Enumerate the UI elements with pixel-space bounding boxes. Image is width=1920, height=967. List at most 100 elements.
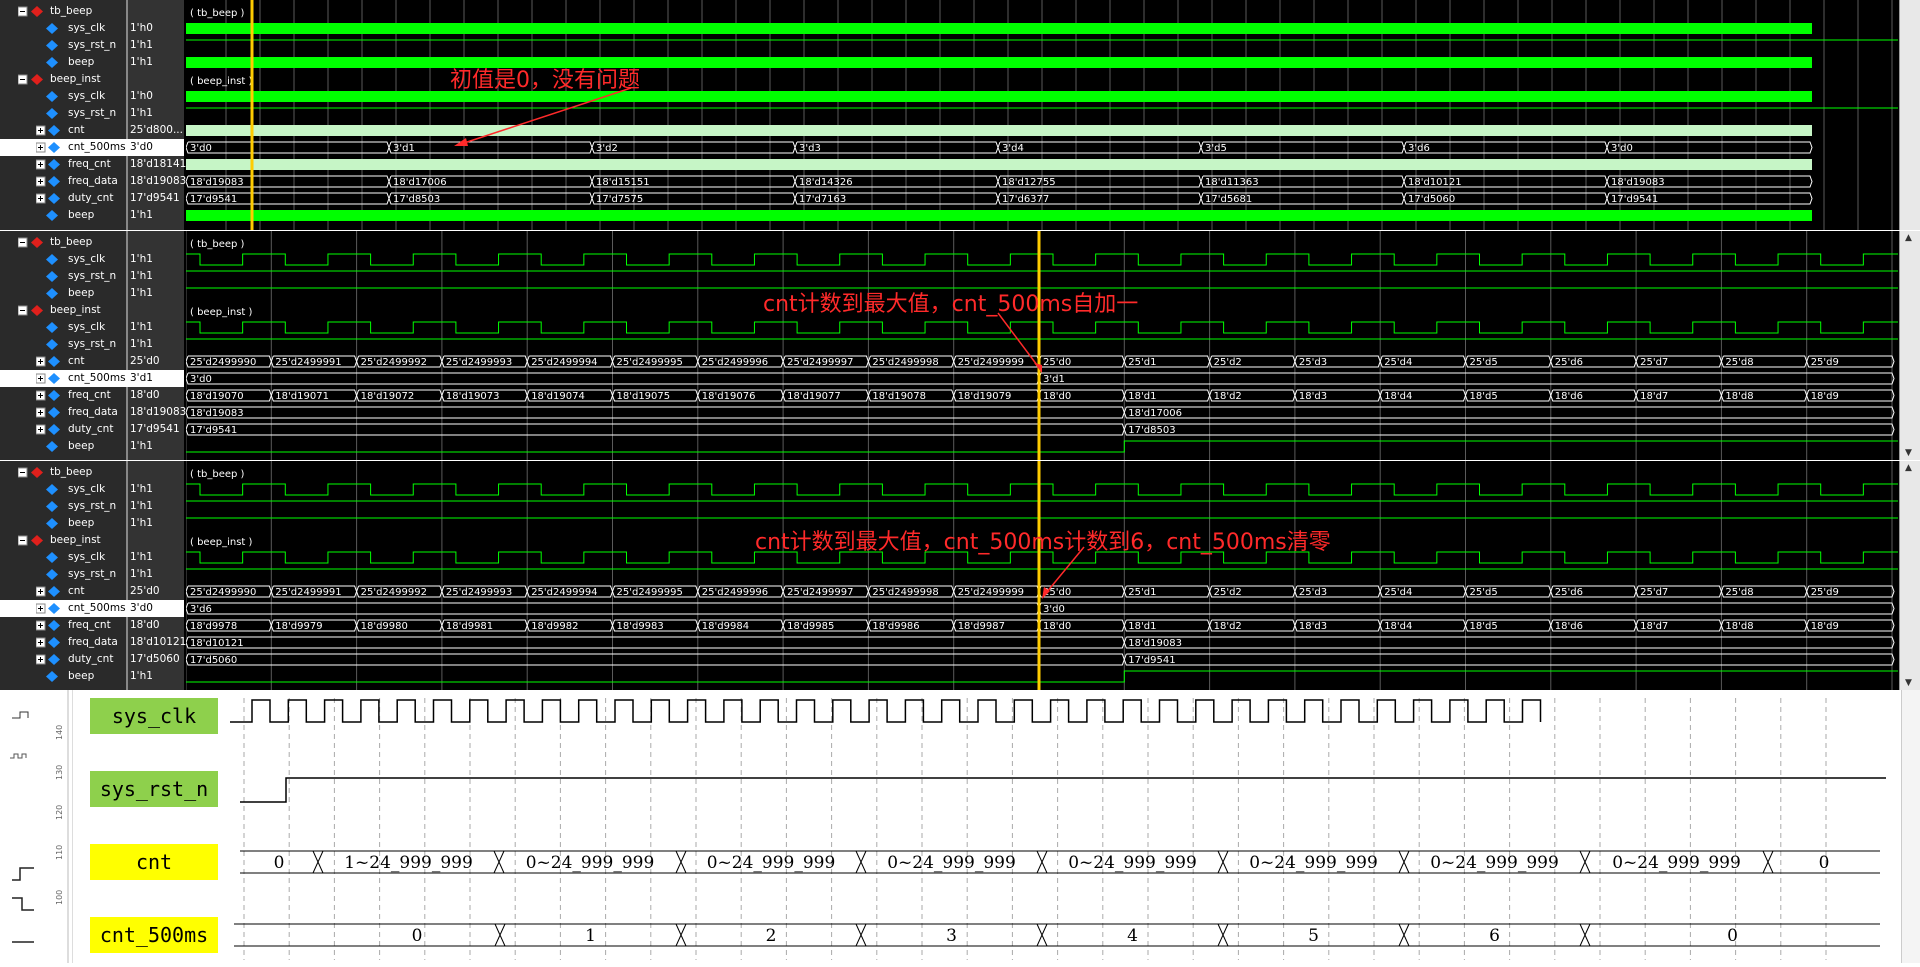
bus-value: 25'd8 [1725,357,1753,368]
signal-row-sys-rst-n[interactable]: sys_rst_n 1'h1 [0,105,184,122]
signal-row-beep-inst[interactable]: beep_inst [0,532,184,549]
signal-row-beep[interactable]: beep 1'h1 [0,285,184,302]
bus-value: 3'd0 [190,374,212,385]
signal-row-beep[interactable]: beep 1'h1 [0,515,184,532]
signal-value: 1'h1 [130,551,153,563]
signal-row-tb-beep[interactable]: tb_beep [0,464,184,481]
bus-value: 25'd1 [1128,587,1156,598]
signal-row-beep[interactable]: beep 1'h1 [0,207,184,224]
bus-value: 18'd8 [1725,391,1753,402]
bus-segment [1038,602,1895,615]
signal-name: freq_data [68,636,118,648]
signal-row-sys-clk[interactable]: sys_clk 1'h1 [0,549,184,566]
fall-edge-icon [12,897,34,911]
bus-value: 3'd5 [1205,143,1227,154]
signal-row-freq-cnt[interactable]: freq_cnt 18'd0 [0,617,184,634]
waveform-canvas[interactable]: ( tb_beep ) ( beep_inst ) 25'd2499990 25'd2… [186,461,1898,690]
annotation-text: 初值是0，没有问题 [450,68,640,93]
bus-segment [186,141,390,154]
signal-value: 3'd1 [130,372,153,384]
bus-value: 3'd1 [1043,374,1065,385]
vertical-scrollbar[interactable]: ▲ ▼ [1899,231,1920,460]
signal-row-sys-rst-n[interactable]: sys_rst_n 1'h1 [0,268,184,285]
signal-row-sys-clk[interactable]: sys_clk 1'h0 [0,88,184,105]
bus-value: 25'd2499999 [958,357,1024,368]
signal-row-freq-data[interactable]: freq_data 18'd10121 [0,634,187,651]
signal-row-sys-clk[interactable]: sys_clk 1'h1 [0,251,184,268]
signal-row-freq-cnt[interactable]: freq_cnt 18'd0 [0,387,184,404]
signal-row-sys-clk[interactable]: sys_clk 1'h1 [0,481,184,498]
signal-row-freq-data[interactable]: freq_data 18'd19083 [0,404,186,421]
bus-value: 17'd5060 [190,655,237,666]
waveform-canvas[interactable]: ( tb_beep ) ( beep_inst ) 3'd0 3'd1 3'd2 3'd3… [186,0,1898,230]
bus-value: 25'd5 [1470,357,1498,368]
signal-row-sys-rst-n[interactable]: sys_rst_n 1'h1 [0,336,184,353]
signal-row-freq-data[interactable]: freq_data 18'd19083 [0,173,186,190]
expand-bus-icon [35,407,64,421]
bus-value: 18'd9 [1811,391,1839,402]
signal-row-tb-beep[interactable]: tb_beep [0,234,184,251]
signal-row-sys-rst-n[interactable]: sys_rst_n 1'h1 [0,566,184,583]
signal-row-sys-rst-n[interactable]: sys_rst_n 1'h1 [0,37,184,54]
signal-row-cnt-500ms[interactable]: cnt_500ms 3'd0 [0,139,184,156]
signal-row-duty-cnt[interactable]: duty_cnt 17'd9541 [0,421,184,438]
bus-value: 18'd3 [1299,621,1327,632]
cnt-value: 1~24_999_999 [344,853,473,873]
cnt500-value: 2 [766,926,777,946]
ruler-tick: 120 [55,805,64,820]
signal-row-freq-cnt[interactable]: freq_cnt 18'd18141 [0,156,186,173]
sys-rst-n-wave [240,777,1886,803]
signal-row-cnt[interactable]: cnt 25'd800... [0,122,184,139]
cnt-value: 0~24_999_999 [1249,853,1378,873]
signal-name: sys_clk [68,253,106,265]
scroll-up-icon[interactable]: ▲ [1905,233,1912,243]
bus-value: 17'd9541 [190,194,237,205]
collapse-group-icon [17,6,46,20]
expand-bus-icon [35,142,64,156]
signal-row-beep[interactable]: beep 1'h1 [0,668,184,685]
expand-bus-icon [35,390,64,404]
signal-row-sys-clk[interactable]: sys_clk 1'h1 [0,319,184,336]
bus-segment [186,406,1125,419]
bus-segment [1123,423,1895,436]
signal-row-cnt-500ms[interactable]: cnt_500ms 3'd1 [0,370,184,387]
signal-row-cnt[interactable]: cnt 25'd0 [0,583,184,600]
bus-value: 17'd9541 [190,425,237,436]
vertical-scrollbar[interactable] [1899,0,1920,230]
vertical-scrollbar[interactable]: ▲ ▼ [1899,461,1920,690]
signal-row-sys-rst-n[interactable]: sys_rst_n 1'h1 [0,498,184,515]
tool-icons: 140 130 120 110 100 [10,690,69,963]
signal-row-beep[interactable]: beep 1'h1 [0,54,184,71]
scroll-down-icon[interactable]: ▼ [1905,678,1912,688]
signal-row-tb-beep[interactable]: tb_beep [0,3,184,20]
signal-row-duty-cnt[interactable]: duty_cnt 17'd9541 [0,190,184,207]
signal-row-sys-clk[interactable]: sys_clk 1'h0 [0,20,184,37]
cnt500-value: 0 [1727,926,1738,946]
timing-scrollbar[interactable] [1901,690,1920,963]
signal-row-beep-inst[interactable]: beep_inst [0,71,184,88]
signal-row-cnt[interactable]: cnt 25'd0 [0,353,184,370]
clock-dense-icon [10,753,27,759]
signal-value: 18'd10121 [130,636,187,648]
signal-row-duty-cnt[interactable]: duty_cnt 17'd5060 [0,651,184,668]
cnt-value: 0~24_999_999 [887,853,1016,873]
bus-value: 17'd9541 [1611,194,1658,205]
signal-value: 17'd9541 [130,192,180,204]
signal-value: 1'h1 [130,440,153,452]
bus-value: 25'd2499999 [958,587,1024,598]
expand-bus-icon [35,176,64,190]
bus-segment [186,653,1125,666]
bus-value: 18'd0 [1043,621,1071,632]
digital-wave [186,483,1898,496]
dense-activity [186,91,1812,102]
scroll-up-icon[interactable]: ▲ [1905,463,1912,473]
scroll-down-icon[interactable]: ▼ [1905,448,1912,458]
bus-value: 3'd0 [190,143,212,154]
waveform-canvas[interactable]: ( tb_beep ) ( beep_inst ) 25'd2499990 25'd2… [186,231,1898,460]
bus-value: 25'd2499998 [872,587,938,598]
signal-row-cnt-500ms[interactable]: cnt_500ms 3'd0 [0,600,184,617]
signal-row-beep[interactable]: beep 1'h1 [0,438,184,455]
expand-bus-icon [35,125,64,139]
signal-row-beep-inst[interactable]: beep_inst [0,302,184,319]
bus-value: 25'd2499995 [617,587,683,598]
